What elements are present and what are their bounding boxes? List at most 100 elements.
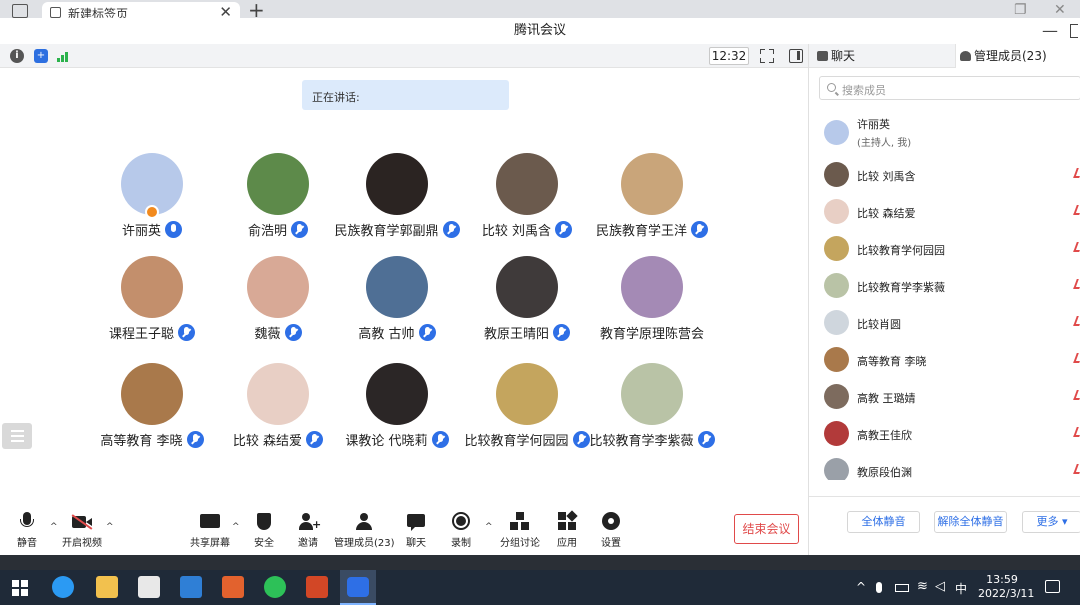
avatar <box>621 153 683 215</box>
volume-icon[interactable]: ◁ <box>935 579 945 594</box>
member-name: 高等教育 李晓 <box>857 355 927 368</box>
member-name: 教原段伯渊 <box>857 466 912 479</box>
store-icon[interactable] <box>138 576 160 598</box>
record-button[interactable]: 录制 <box>450 512 472 549</box>
participant-name-row: 魏薇 <box>254 323 302 342</box>
wifi-icon[interactable]: ≋ <box>917 579 928 594</box>
mail-icon[interactable] <box>180 576 202 598</box>
avatar <box>366 363 428 425</box>
participant-name-row: 民族教育学郭副鼎 <box>334 220 460 239</box>
mic-muted-icon <box>555 221 573 238</box>
mic-muted-icon <box>697 431 715 448</box>
mic-tray-icon[interactable] <box>876 582 882 593</box>
settings-button[interactable]: 设置 <box>600 512 622 549</box>
breakout-icon <box>509 512 531 532</box>
invite-button[interactable]: + 邀请 <box>297 512 321 549</box>
tab-chat[interactable]: 聊天 <box>813 44 855 68</box>
avatar <box>621 363 683 425</box>
shield-icon[interactable]: + <box>34 49 48 63</box>
system-clock[interactable]: 13:59 2022/3/11 <box>978 573 1034 601</box>
share-screen-button[interactable]: 共享屏幕 <box>190 512 230 549</box>
member-list-item[interactable]: 许丽英 (主持人, 我) <box>809 108 1080 156</box>
participant-tile[interactable]: 民族教育学王洋 <box>577 153 727 239</box>
member-list-item[interactable]: 高教王佳欣 <box>809 415 1080 452</box>
member-search-input[interactable]: 搜索成员 <box>819 76 1080 100</box>
gear-icon <box>600 512 622 532</box>
member-list-item[interactable]: 比较肖圆 <box>809 304 1080 341</box>
participant-name-row: 民族教育学王洋 <box>596 220 708 239</box>
taskbar-active-app[interactable] <box>340 570 376 605</box>
fullscreen-icon[interactable] <box>760 49 774 63</box>
participant-name-row: 比较教育学何园园 <box>464 430 590 449</box>
close-window-icon[interactable]: ✕ <box>1054 2 1066 18</box>
minimize-button[interactable]: — <box>1042 18 1058 44</box>
video-options-caret[interactable]: ^ <box>106 522 114 532</box>
member-list-item[interactable]: 比较 森结爱 <box>809 193 1080 230</box>
participant-name: 高教 古帅 <box>358 327 415 342</box>
avatar <box>121 256 183 318</box>
participant-name: 俞浩明 <box>247 224 287 239</box>
member-list-item[interactable]: 教原段伯渊 <box>809 452 1080 480</box>
edge-browser-icon[interactable] <box>52 576 74 598</box>
participant-tile[interactable]: 高教 古帅 <box>322 256 472 342</box>
participant-tile[interactable]: 民族教育学郭副鼎 <box>322 153 472 239</box>
windows-taskbar: ^ ≋ ◁ 中 13:59 2022/3/11 <box>0 570 1080 605</box>
mute-button[interactable]: 静音 <box>16 512 38 549</box>
tab-members[interactable]: 管理成员(23) <box>955 44 1080 68</box>
windows-start-icon[interactable] <box>12 580 28 596</box>
security-button[interactable]: 安全 <box>253 512 275 549</box>
member-name: 许丽英 <box>857 118 890 131</box>
avatar <box>824 347 849 372</box>
avatar <box>247 256 309 318</box>
tray-expand-icon[interactable]: ^ <box>856 580 866 594</box>
ime-indicator[interactable]: 中 <box>955 580 967 597</box>
powerpoint-icon[interactable] <box>306 576 328 598</box>
share-options-caret[interactable]: ^ <box>232 522 240 532</box>
member-list-item[interactable]: 比较 刘禹含 <box>809 156 1080 193</box>
battery-icon[interactable] <box>895 584 909 592</box>
app-icon[interactable] <box>222 576 244 598</box>
participant-name: 教育学原理陈营会 <box>599 327 704 342</box>
avatar <box>824 421 849 446</box>
notification-icon[interactable] <box>1045 580 1060 593</box>
member-list-item[interactable]: 比较教育学何园园 <box>809 230 1080 267</box>
meeting-info-bar: i + 12:32 <box>0 44 808 68</box>
member-list-item[interactable]: 高等教育 李晓 <box>809 341 1080 378</box>
participant-tile[interactable]: 教育学原理陈营会 <box>577 256 727 342</box>
member-name: 比较教育学李紫薇 <box>857 281 945 294</box>
member-list-item[interactable]: 比较教育学李紫薇 <box>809 267 1080 304</box>
participant-tile[interactable]: 比较教育学李紫薇 <box>577 363 727 449</box>
layout-icon[interactable] <box>789 49 803 63</box>
participant-tile[interactable]: 课教论 代晓莉 <box>322 363 472 449</box>
unmute-all-button[interactable]: 解除全体静音 <box>934 511 1007 533</box>
participant-name: 比较 森结爱 <box>232 434 303 449</box>
start-video-button[interactable]: 开启视频 <box>62 512 102 549</box>
maximize-icon[interactable] <box>1070 24 1078 38</box>
member-list-item[interactable]: 高教 王璐婧 <box>809 378 1080 415</box>
audio-options-caret[interactable]: ^ <box>50 522 58 532</box>
apps-button[interactable]: 应用 <box>556 510 578 549</box>
mute-all-button[interactable]: 全体静音 <box>847 511 920 533</box>
chat-button[interactable]: 聊天 <box>405 512 427 549</box>
record-options-caret[interactable]: ^ <box>485 522 493 532</box>
restore-icon[interactable]: ❐ <box>1014 2 1027 18</box>
file-explorer-icon[interactable] <box>96 576 118 598</box>
avatar <box>247 363 309 425</box>
breakout-button[interactable]: 分组讨论 <box>500 512 540 549</box>
manage-members-button[interactable]: 管理成员(23) <box>334 512 395 549</box>
avatar <box>247 153 309 215</box>
wechat-icon[interactable] <box>264 576 286 598</box>
add-user-icon: + <box>297 512 321 532</box>
avatar <box>366 256 428 318</box>
tab-overview-icon[interactable] <box>12 4 28 18</box>
collapse-handle-icon[interactable] <box>2 423 32 449</box>
end-meeting-button[interactable]: 结束会议 <box>734 514 799 544</box>
signal-icon[interactable] <box>57 50 71 62</box>
more-button[interactable]: 更多 ▾ <box>1022 511 1080 533</box>
microphone-icon <box>16 512 38 532</box>
avatar <box>496 153 558 215</box>
chat-icon <box>405 512 427 532</box>
info-icon[interactable]: i <box>10 49 24 63</box>
avatar <box>824 162 849 187</box>
avatar <box>824 199 849 224</box>
